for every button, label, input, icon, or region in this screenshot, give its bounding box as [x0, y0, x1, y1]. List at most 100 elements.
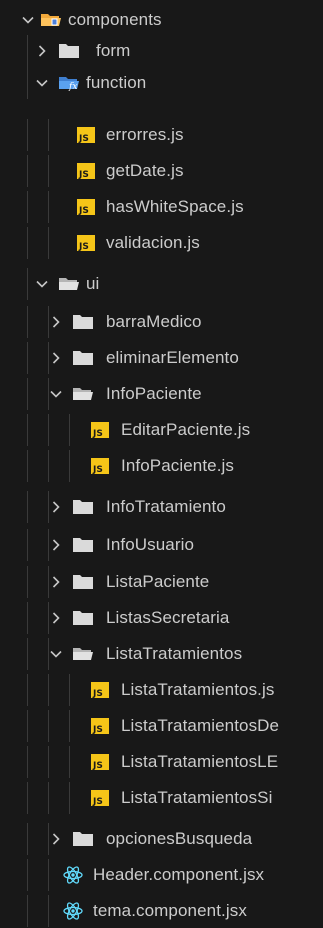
- tree-row-listapaciente[interactable]: ListaPaciente: [0, 566, 323, 598]
- tree-row-eliminarelemento[interactable]: eliminarElemento: [0, 342, 323, 374]
- folder-closed-icon: [72, 535, 94, 555]
- folder-closed-icon: [72, 312, 94, 332]
- tree-row-errorres-js[interactable]: JS errorres.js: [0, 119, 323, 151]
- tree-row-label: InfoPaciente: [106, 384, 202, 403]
- tree-row-listatratamientos[interactable]: ListaTratamientos: [0, 638, 323, 670]
- tree-row-label: function: [86, 73, 147, 92]
- function-folder-open-icon: fx: [58, 73, 80, 93]
- indent-guide: [48, 674, 49, 706]
- indent-guide: [27, 782, 28, 814]
- indent-guide: [69, 710, 70, 742]
- tree-row-infopaciente-js[interactable]: JS InfoPaciente.js: [0, 450, 323, 482]
- indent-guide: [27, 119, 28, 151]
- tree-row-function[interactable]: fx function: [0, 67, 323, 99]
- chevron-right-icon[interactable]: [48, 537, 64, 553]
- tree-row-label: errorres.js: [106, 125, 184, 144]
- indent-guide: [48, 710, 49, 742]
- chevron-right-icon[interactable]: [48, 314, 64, 330]
- indent-guide: [48, 191, 49, 223]
- chevron-down-icon[interactable]: [20, 12, 36, 28]
- tree-row-label: barraMedico: [106, 312, 202, 331]
- indent-guide: [27, 566, 28, 598]
- svg-text:JS: JS: [92, 761, 103, 771]
- tree-row-barramedico[interactable]: barraMedico: [0, 306, 323, 338]
- indent-guide: [27, 67, 28, 99]
- tree-row-header-component-jsx[interactable]: Header.component.jsx: [0, 859, 323, 891]
- chevron-right-icon[interactable]: [48, 574, 64, 590]
- folder-closed-icon: [58, 41, 80, 61]
- chevron-down-icon[interactable]: [34, 75, 50, 91]
- tree-row-label: validacion.js: [106, 233, 200, 252]
- chevron-right-icon[interactable]: [48, 610, 64, 626]
- indent-guide: [48, 859, 49, 891]
- svg-text:fx: fx: [68, 82, 77, 92]
- tree-row-label: InfoUsuario: [106, 535, 195, 554]
- indent-guide: [27, 710, 28, 742]
- tree-row-listatratamientos-js[interactable]: JS ListaTratamientos.js: [0, 674, 323, 706]
- js-file-icon: JS: [90, 717, 112, 737]
- indent-guide: [27, 35, 28, 67]
- tree-row-label: InfoTratamiento: [106, 497, 226, 516]
- indent-guide: [27, 674, 28, 706]
- folder-closed-icon: [72, 572, 94, 592]
- indent-guide: [27, 306, 28, 338]
- indent-guide: [48, 782, 49, 814]
- indent-guide: [48, 119, 49, 151]
- indent-guide: [27, 414, 28, 446]
- indent-guide: [48, 155, 49, 187]
- svg-text:JS: JS: [92, 725, 103, 735]
- indent-guide: [27, 602, 28, 634]
- js-file-icon: JS: [90, 421, 112, 441]
- tree-row-label: ListaTratamientos.js: [121, 680, 275, 699]
- tree-row-opcionesbusqueda[interactable]: opcionesBusqueda: [0, 823, 323, 855]
- indent-guide: [69, 674, 70, 706]
- tree-row-label: tema.component.jsx: [93, 901, 247, 920]
- tree-row-form[interactable]: form: [0, 35, 323, 67]
- chevron-right-icon[interactable]: [48, 831, 64, 847]
- svg-text:JS: JS: [78, 134, 89, 144]
- folder-open-icon: [72, 644, 94, 664]
- tree-row-infousuario[interactable]: InfoUsuario: [0, 529, 323, 561]
- tree-row-ui[interactable]: ui: [0, 268, 323, 300]
- tree-row-infopaciente[interactable]: InfoPaciente: [0, 378, 323, 410]
- components-folder-open-icon: [40, 10, 62, 30]
- indent-guide: [69, 782, 70, 814]
- tree-row-getdate-js[interactable]: JS getDate.js: [0, 155, 323, 187]
- tree-row-infotratamiento[interactable]: InfoTratamiento: [0, 491, 323, 523]
- tree-row-label: ListaTratamientosDe: [121, 716, 280, 735]
- tree-row-label: ListasSecretaria: [106, 608, 230, 627]
- tree-row-listassecretaria[interactable]: ListasSecretaria: [0, 602, 323, 634]
- tree-row-listatratamientosde[interactable]: JS ListaTratamientosDe: [0, 710, 323, 742]
- js-file-icon: JS: [90, 789, 112, 809]
- tree-row-editarpaciente-js[interactable]: JS EditarPaciente.js: [0, 414, 323, 446]
- js-file-icon: JS: [76, 126, 98, 146]
- chevron-right-icon[interactable]: [48, 499, 64, 515]
- chevron-down-icon[interactable]: [48, 386, 64, 402]
- tree-row-label: opcionesBusqueda: [106, 829, 253, 848]
- tree-row-label: ui: [86, 274, 100, 293]
- svg-text:JS: JS: [78, 206, 89, 216]
- folder-closed-icon: [72, 348, 94, 368]
- tree-row-label: Header.component.jsx: [93, 865, 265, 884]
- js-file-icon: JS: [76, 198, 98, 218]
- chevron-down-icon[interactable]: [34, 276, 50, 292]
- react-file-icon: [62, 901, 84, 921]
- indent-guide: [48, 895, 49, 927]
- tree-row-listatratamientossi[interactable]: JS ListaTratamientosSi: [0, 782, 323, 814]
- indent-guide: [27, 227, 28, 259]
- indent-guide: [48, 450, 49, 482]
- indent-guide: [27, 638, 28, 670]
- indent-guide: [48, 746, 49, 778]
- chevron-right-icon[interactable]: [34, 43, 50, 59]
- chevron-down-icon[interactable]: [48, 646, 64, 662]
- tree-row-tema-component-jsx[interactable]: tema.component.jsx: [0, 895, 323, 927]
- indent-guide: [27, 491, 28, 523]
- js-file-icon: JS: [90, 753, 112, 773]
- tree-row-label: ListaTratamientosSi: [121, 788, 273, 807]
- tree-row-validacion-js[interactable]: JS validacion.js: [0, 227, 323, 259]
- indent-guide: [27, 268, 28, 300]
- chevron-right-icon[interactable]: [48, 350, 64, 366]
- tree-row-components[interactable]: components: [0, 4, 323, 36]
- tree-row-listatratamientosle[interactable]: JS ListaTratamientosLE: [0, 746, 323, 778]
- tree-row-haswhitespace-js[interactable]: JS hasWhiteSpace.js: [0, 191, 323, 223]
